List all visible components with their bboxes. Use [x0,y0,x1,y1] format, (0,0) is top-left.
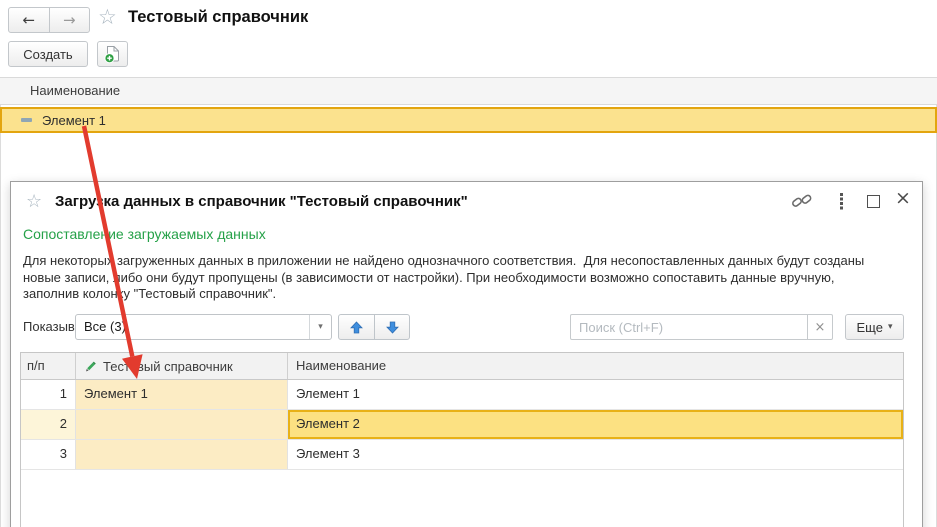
app-window: ← → ☆ Тестовый справочник Создать Наимен… [0,0,937,527]
row-number-cell: 2 [21,410,76,439]
dialog-favorite-star-icon[interactable]: ☆ [26,191,42,212]
nav-button-group: ← → [8,7,90,33]
description-text: Для некоторых загруженных данных в прило… [23,253,864,303]
load-data-dialog: ☆ Загрузка данных в справочник "Тестовый… [10,181,923,527]
close-icon[interactable]: × [895,187,911,209]
dialog-title: Загрузка данных в справочник "Тестовый с… [55,193,468,210]
chain-link-icon [791,192,813,209]
create-button[interactable]: Создать [8,41,88,67]
row-number-cell: 1 [21,380,76,409]
source-name-cell[interactable]: Элемент 1 [288,380,903,409]
chevron-down-icon[interactable]: ▾ [309,315,331,339]
move-up-button[interactable] [339,315,374,339]
more-button[interactable]: Еще ▾ [845,314,904,340]
search-input[interactable] [570,314,808,340]
description-line: новые записи, либо они будут пропущены (… [23,270,864,287]
section-heading: Сопоставление загружаемых данных [23,226,266,242]
document-plus-icon [104,45,121,64]
source-name-cell-selected[interactable]: Элемент 2 [288,410,903,439]
arrow-up-icon [350,321,363,334]
page-title: Тестовый справочник [128,8,308,27]
mapped-value-cell[interactable] [76,440,288,469]
get-link-icon[interactable] [791,192,813,214]
forward-button[interactable]: → [50,8,90,32]
pencil-icon [84,360,97,373]
list-item-label: Элемент 1 [42,113,106,128]
mapped-value-cell[interactable]: Элемент 1 [76,380,288,409]
maximize-icon[interactable] [867,195,880,208]
show-filter-select[interactable]: Все (3) ▾ [75,314,332,340]
column-header-num[interactable]: п/п [21,353,76,379]
clear-search-button[interactable]: × [808,314,833,340]
mapped-value-cell[interactable] [76,410,288,439]
catalog-item-icon [21,118,32,122]
arrow-down-icon [386,321,399,334]
more-menu-icon[interactable] [840,193,843,196]
move-down-button[interactable] [374,315,409,339]
mapping-table: п/п Тестовый справочник Наименование 1 Э… [20,352,904,527]
table-row[interactable]: 3 Элемент 3 [21,440,903,470]
load-data-button[interactable] [97,41,128,67]
source-name-cell[interactable]: Элемент 3 [288,440,903,469]
search-field: × [570,314,833,340]
list-column-header[interactable]: Наименование [0,77,937,105]
table-row-current[interactable]: 2 Элемент 2 [21,410,903,440]
show-filter-value: Все (3) [84,315,126,339]
chevron-down-icon: ▾ [888,322,893,332]
description-line: Для некоторых загруженных данных в прило… [23,253,864,270]
row-number-cell: 3 [21,440,76,469]
list-row-selected[interactable]: Элемент 1 [0,107,937,133]
description-line: заполнив колонку "Тестовый справочник". [23,286,864,303]
back-button[interactable]: ← [9,8,50,32]
column-header-name[interactable]: Наименование [288,353,903,379]
table-header-row: п/п Тестовый справочник Наименование [21,353,903,380]
column-header-catalog-label: Тестовый справочник [103,354,233,379]
more-button-label: Еще [857,320,883,335]
list-column-header-label: Наименование [30,83,120,98]
move-button-group [338,314,410,340]
column-header-catalog[interactable]: Тестовый справочник [76,353,288,379]
favorite-star-icon[interactable]: ☆ [98,5,117,29]
table-row[interactable]: 1 Элемент 1 Элемент 1 [21,380,903,410]
